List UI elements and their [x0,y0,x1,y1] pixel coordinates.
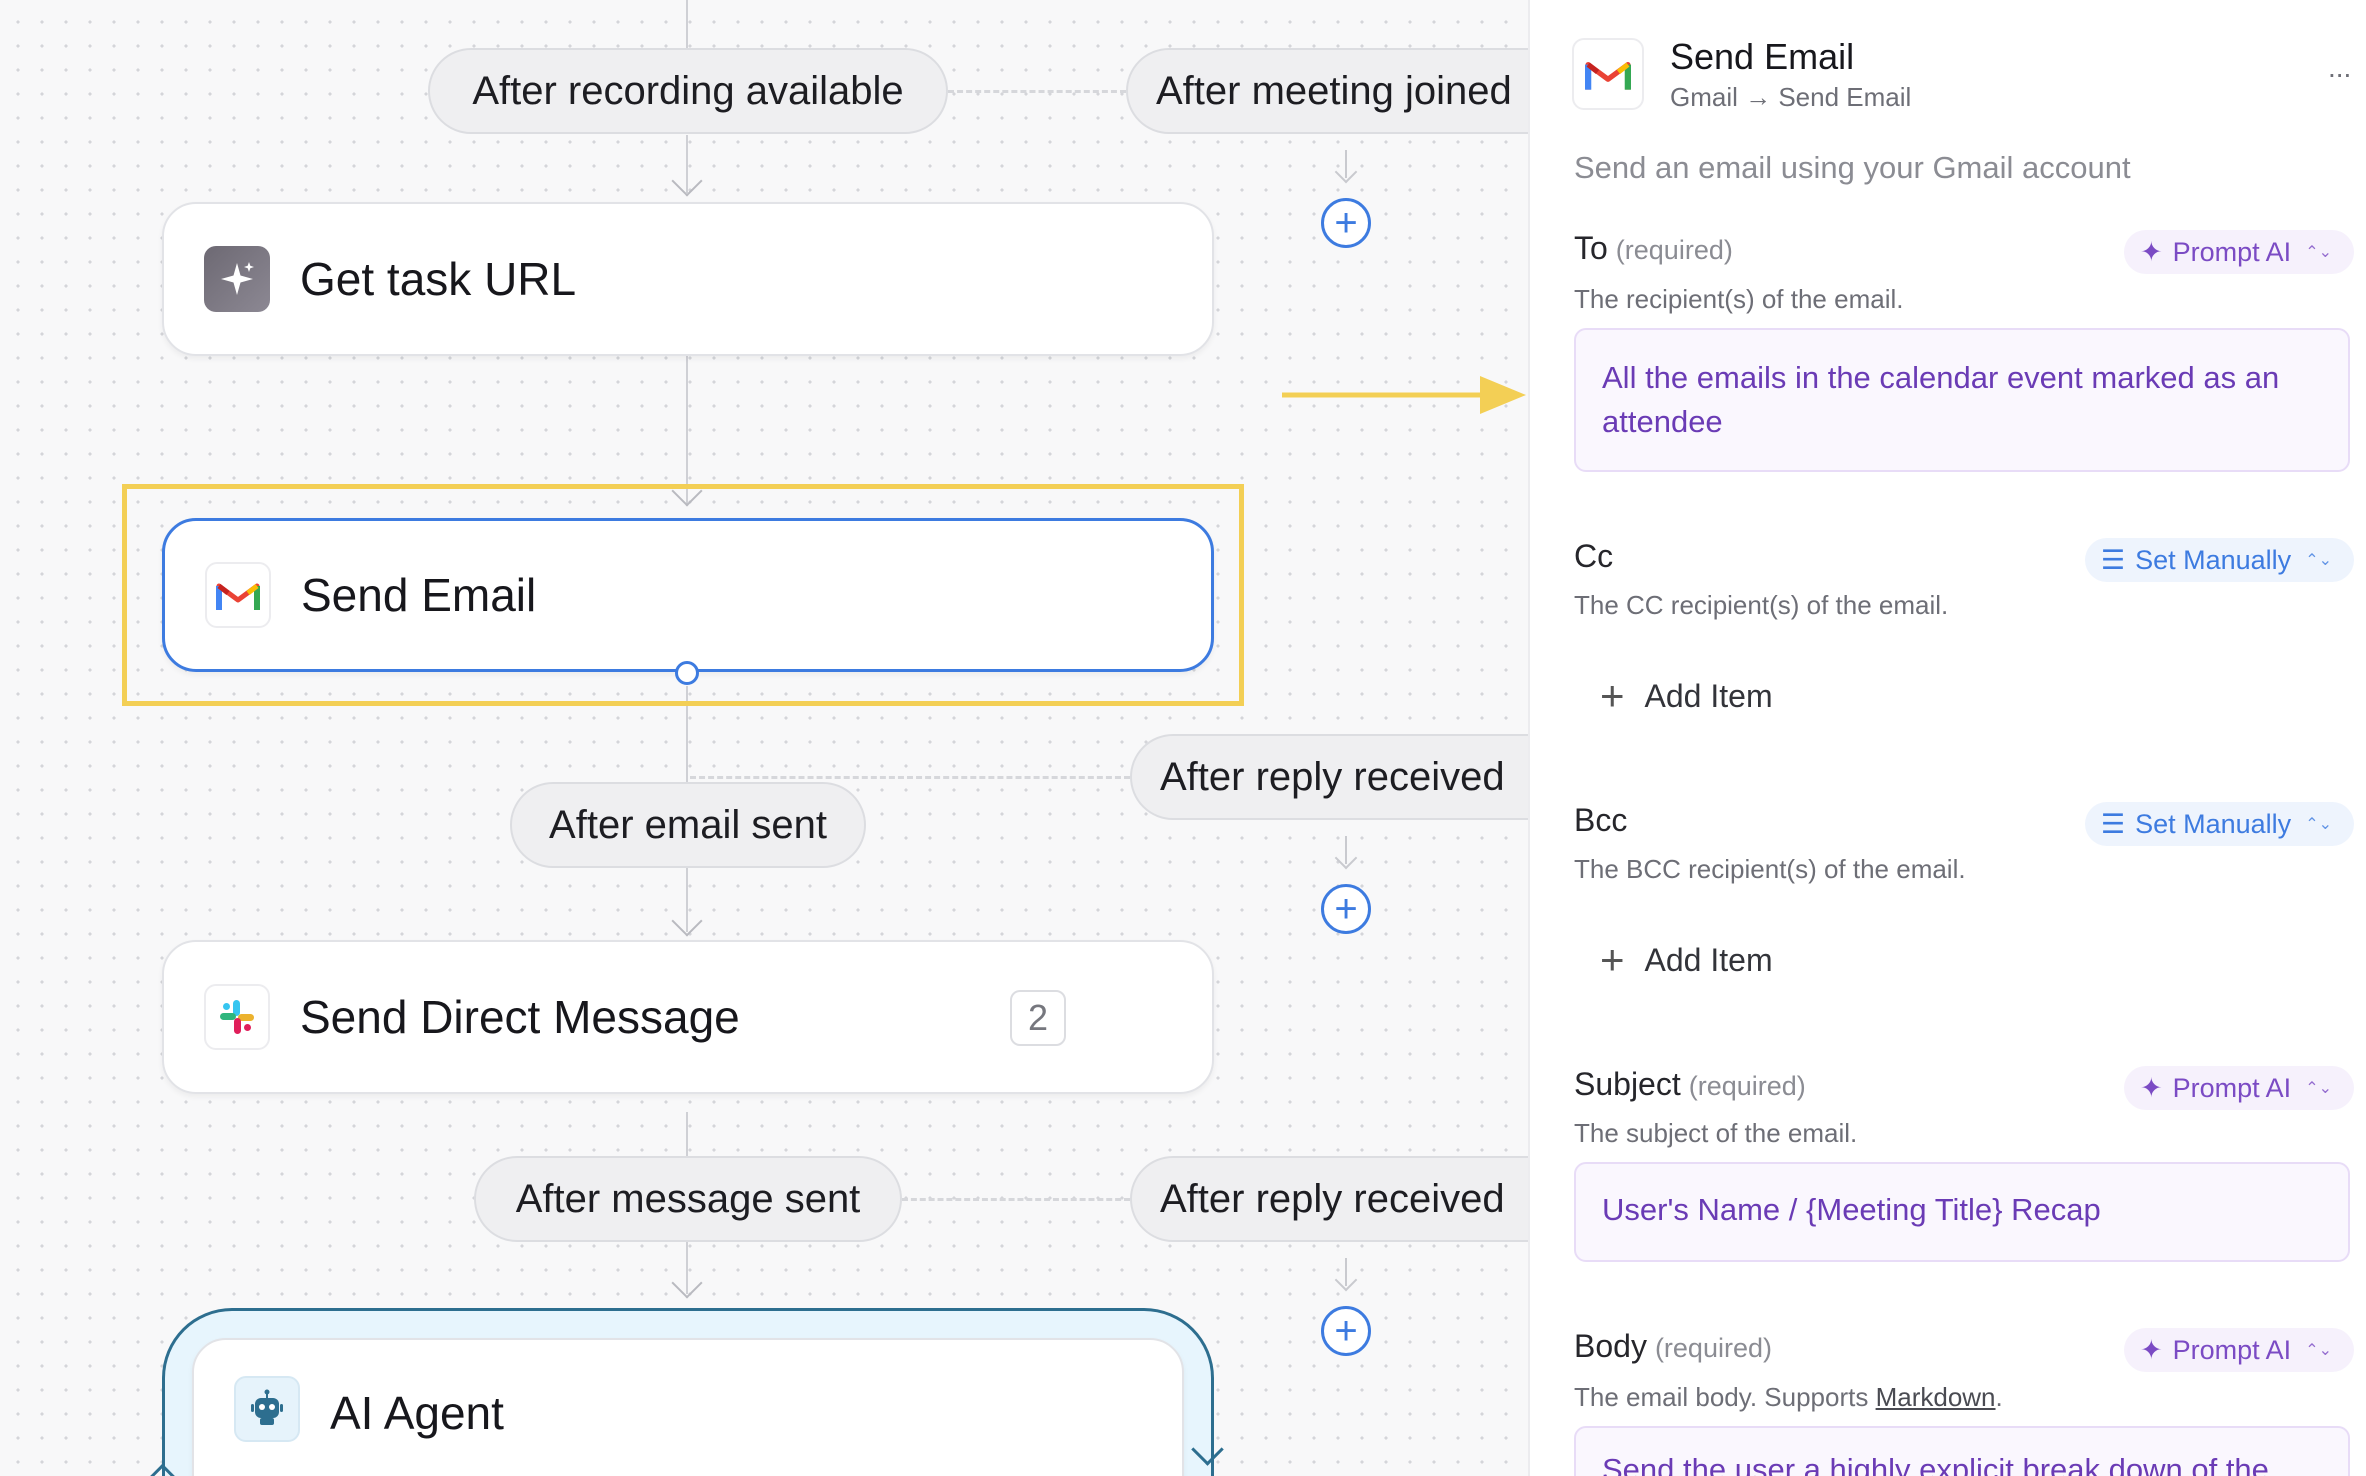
trigger-after-recording-available[interactable]: After recording available [428,48,948,134]
cc-add-item-button[interactable]: + Add Item [1600,672,1773,720]
body-mode-select[interactable]: ✦ Prompt AI ⌃⌄ [2124,1328,2354,1372]
sparkle-icon [204,246,270,312]
sparkle-icon: ✦ [2140,236,2163,267]
plus-icon: + [1600,936,1625,983]
node-send-direct-message[interactable]: Send Direct Message 2 [162,940,1214,1094]
body-value-field[interactable]: Send the user a highly explicit break do… [1574,1426,2350,1476]
trigger-after-reply-received[interactable]: After reply received [1130,1156,1528,1242]
node-title: Get task URL [300,253,577,305]
add-step-button[interactable]: + [1321,1306,1371,1356]
panel-breadcrumb: Gmail → Send Email [1670,82,1912,112]
subject-description: The subject of the email. [1574,1118,1858,1148]
output-handle[interactable] [675,661,699,685]
cc-label: Cc [1574,538,1614,574]
plus-icon: + [1600,672,1625,719]
bcc-mode-select[interactable]: ☰ Set Manually ⌃⌄ [2084,802,2354,846]
to-mode-select[interactable]: ✦ Prompt AI ⌃⌄ [2124,230,2354,274]
chevron-updown-icon: ⌃⌄ [2305,1080,2332,1097]
dashed-link [690,776,1130,779]
markdown-link[interactable]: Markdown [1876,1382,1996,1412]
connector-arrow [671,165,703,197]
to-label: To (required) [1574,230,1733,266]
cc-description: The CC recipient(s) of the email. [1574,590,1949,620]
cc-mode-select[interactable]: ☰ Set Manually ⌃⌄ [2084,538,2354,582]
subject-value-field[interactable]: User's Name / {Meeting Title} Recap [1574,1162,2350,1262]
node-title: Send Direct Message [300,991,740,1043]
to-description: The recipient(s) of the email. [1574,284,1904,314]
add-step-button[interactable]: + [1321,198,1371,248]
chevron-updown-icon: ⌃⌄ [2305,244,2332,261]
node-ai-agent[interactable]: AI Agent [192,1338,1184,1476]
branch-arrow [1345,1258,1347,1286]
sparkle-icon: ✦ [2140,1334,2163,1365]
list-icon: ☰ [2100,544,2126,575]
chevron-updown-icon: ⌃⌄ [2305,816,2332,833]
count-badge: 2 [1010,990,1066,1046]
robot-icon [234,1376,300,1442]
branch-arrow [1345,150,1347,178]
to-value-field[interactable]: All the emails in the calendar event mar… [1574,328,2350,472]
subject-label: Subject (required) [1574,1066,1806,1102]
more-options-icon[interactable]: ... [2328,52,2351,84]
connector-arrow [671,905,703,937]
gmail-icon [205,562,271,628]
workflow-canvas[interactable]: After recording available After meeting … [0,0,1528,1476]
add-step-button[interactable]: + [1321,884,1371,934]
node-send-email[interactable]: Send Email [162,518,1214,685]
panel-description: Send an email using your Gmail account [1574,150,2131,185]
connector-line [686,0,688,48]
subject-mode-select[interactable]: ✦ Prompt AI ⌃⌄ [2124,1066,2354,1110]
trigger-after-message-sent[interactable]: After message sent [474,1156,902,1242]
connector-arrow [671,1267,703,1299]
node-title: AI Agent [330,1387,504,1439]
bcc-add-item-button[interactable]: + Add Item [1600,936,1773,984]
sparkle-icon: ✦ [2140,1072,2163,1103]
dashed-link [948,90,1126,93]
dashed-link [902,1198,1130,1201]
node-get-task-url[interactable]: Get task URL [162,202,1214,356]
branch-arrow [1345,836,1347,864]
bcc-description: The BCC recipient(s) of the email. [1574,854,1966,884]
properties-panel: Send Email Gmail → Send Email ... Send a… [1528,0,2366,1476]
annotation-arrow [1282,376,1526,414]
bcc-label: Bcc [1574,802,1628,838]
node-title: Send Email [301,569,537,621]
body-description: The email body. Supports Markdown. [1574,1382,2003,1412]
body-label: Body (required) [1574,1328,1772,1364]
chevron-updown-icon: ⌃⌄ [2305,552,2332,569]
slack-icon [204,984,270,1050]
trigger-after-meeting-joined[interactable]: After meeting joined [1126,48,1528,134]
panel-gmail-icon [1572,38,1644,110]
connector-line [686,1112,688,1156]
trigger-after-email-sent[interactable]: After email sent [510,782,866,868]
trigger-after-reply-received[interactable]: After reply received [1130,734,1528,820]
panel-title: Send Email [1670,36,1855,77]
chevron-updown-icon: ⌃⌄ [2305,1342,2332,1359]
list-icon: ☰ [2100,808,2126,839]
